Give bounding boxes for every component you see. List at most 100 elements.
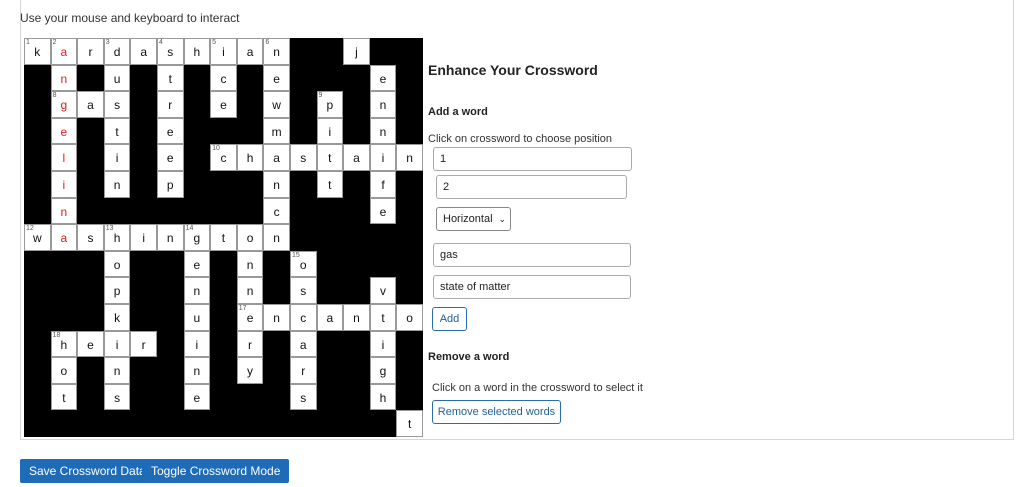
crossword-cell[interactable]: e (263, 64, 290, 92)
crossword-cell[interactable]: r (77, 38, 104, 65)
crossword-cell[interactable]: p (103, 277, 131, 304)
crossword-cell[interactable]: n (369, 117, 397, 145)
crossword-cell[interactable]: s (103, 383, 131, 411)
crossword-cell[interactable]: t (396, 410, 423, 437)
crossword-cell[interactable]: o (396, 303, 423, 331)
crossword-cell[interactable]: n (263, 224, 290, 251)
crossword-cell[interactable]: c (210, 64, 237, 92)
crossword-cell[interactable]: a (343, 144, 370, 171)
crossword-cell[interactable]: t (316, 144, 344, 171)
crossword-cell[interactable]: n (396, 144, 423, 171)
crossword-cell[interactable]: g (369, 357, 397, 384)
crossword-cell[interactable]: 2a (50, 38, 78, 65)
crossword-cell[interactable]: t (103, 117, 131, 145)
crossword-cell[interactable]: u (183, 303, 211, 331)
crossword-cell[interactable]: m (263, 117, 290, 145)
crossword-cell[interactable]: e (210, 91, 237, 118)
crossword-cell[interactable]: r (156, 91, 184, 118)
crossword-cell[interactable]: a (263, 144, 290, 171)
crossword-cell[interactable]: n (236, 277, 264, 304)
crossword-cell[interactable]: 14 g (183, 224, 211, 251)
row-input[interactable]: 1 (433, 147, 632, 171)
crossword-cell[interactable]: 13 h (103, 224, 131, 251)
crossword-cell[interactable]: n (156, 224, 184, 251)
crossword-grid[interactable]: 1k2ar3da4sh5ia6njnutcee8gasrew9pneteminl… (24, 38, 423, 437)
crossword-cell[interactable]: c (263, 197, 290, 225)
crossword-cell[interactable]: n (183, 357, 211, 384)
crossword-cell[interactable]: o (236, 224, 264, 251)
crossword-cell[interactable]: i (183, 330, 211, 358)
crossword-cell[interactable]: r (236, 330, 264, 358)
crossword-cell[interactable]: y (236, 357, 264, 384)
crossword-cell[interactable]: a (130, 38, 157, 65)
crossword-cell[interactable]: s (289, 144, 317, 171)
crossword-cell[interactable]: n (103, 170, 131, 198)
crossword-cell[interactable]: t (50, 383, 78, 411)
crossword-cell[interactable]: t (316, 170, 344, 198)
crossword-cell[interactable]: n (263, 170, 290, 198)
crossword-cell[interactable]: i (103, 144, 131, 171)
crossword-cell[interactable]: 6n (263, 38, 290, 65)
crossword-cell[interactable]: a (236, 38, 264, 65)
crossword-cell[interactable]: n (50, 197, 78, 225)
crossword-cell[interactable]: h (236, 144, 264, 171)
crossword-cell[interactable]: o (103, 250, 131, 278)
crossword-cell[interactable]: e (156, 117, 184, 145)
crossword-cell[interactable]: k (103, 303, 131, 331)
column-input[interactable]: 2 (436, 175, 627, 199)
crossword-cell[interactable]: r (130, 330, 157, 358)
crossword-cell[interactable]: n (343, 303, 370, 331)
crossword-cell[interactable]: r (289, 357, 317, 384)
crossword-cell[interactable]: i (130, 224, 157, 251)
word-input[interactable]: gas (433, 243, 631, 267)
direction-select[interactable]: Horizontal ⌄ (436, 207, 511, 231)
crossword-cell[interactable]: 15 o (289, 250, 317, 278)
crossword-cell[interactable]: e (369, 197, 397, 225)
crossword-cell[interactable]: f (369, 170, 397, 198)
add-button[interactable]: Add (432, 307, 467, 331)
crossword-cell[interactable]: h (183, 38, 211, 65)
clue-input[interactable]: state of matter (433, 275, 631, 299)
crossword-cell[interactable]: 17 e (236, 303, 264, 331)
crossword-cell[interactable]: 4s (156, 38, 184, 65)
crossword-cell[interactable]: n (183, 277, 211, 304)
crossword-cell[interactable]: s (77, 224, 104, 251)
crossword-cell[interactable]: n (103, 357, 131, 384)
remove-selected-button[interactable]: Remove selected words (432, 400, 561, 424)
crossword-cell[interactable]: i (369, 144, 397, 171)
crossword-cell[interactable]: l (50, 144, 78, 171)
crossword-cell[interactable]: e (50, 117, 78, 145)
crossword-cell[interactable]: c (289, 303, 317, 331)
crossword-cell[interactable]: i (50, 170, 78, 198)
crossword-cell[interactable]: 1k (24, 38, 51, 65)
crossword-cell[interactable]: 18 h (50, 330, 78, 358)
crossword-cell[interactable]: n (50, 64, 78, 92)
crossword-cell[interactable]: 10 c (210, 144, 237, 171)
crossword-cell[interactable]: n (263, 303, 290, 331)
crossword-cell[interactable]: t (369, 303, 397, 331)
crossword-cell[interactable]: a (50, 224, 78, 251)
crossword-cell[interactable]: t (156, 64, 184, 92)
toggle-mode-button[interactable]: Toggle Crossword Mode (142, 459, 290, 483)
crossword-cell[interactable]: 9p (316, 91, 344, 118)
crossword-cell[interactable]: a (289, 330, 317, 358)
save-crossword-button[interactable]: Save Crossword Data (20, 459, 155, 483)
crossword-cell[interactable]: 8g (50, 91, 78, 118)
crossword-cell[interactable]: e (77, 330, 104, 358)
crossword-cell[interactable]: s (289, 383, 317, 411)
crossword-cell[interactable]: o (50, 357, 78, 384)
crossword-cell[interactable]: 3d (103, 38, 131, 65)
crossword-cell[interactable]: p (156, 170, 184, 198)
crossword-cell[interactable]: a (77, 91, 104, 118)
crossword-cell[interactable]: i (316, 117, 344, 145)
crossword-cell[interactable]: v (369, 277, 397, 304)
crossword-cell[interactable]: i (369, 330, 397, 358)
crossword-cell[interactable]: e (369, 64, 397, 92)
crossword-cell[interactable]: a (316, 303, 344, 331)
crossword-cell[interactable]: e (183, 250, 211, 278)
crossword-cell[interactable]: h (369, 383, 397, 411)
crossword-cell[interactable]: n (236, 250, 264, 278)
crossword-cell[interactable]: 5i (210, 38, 237, 65)
crossword-cell[interactable]: u (103, 64, 131, 92)
crossword-cell[interactable]: j (343, 38, 370, 65)
